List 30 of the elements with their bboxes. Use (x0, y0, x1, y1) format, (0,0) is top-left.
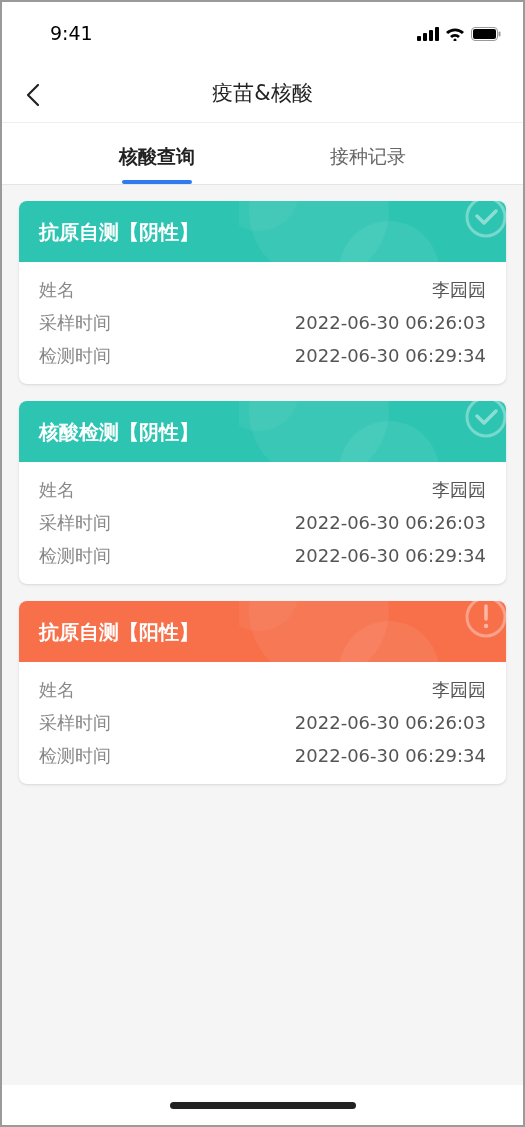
battery-icon (471, 26, 501, 41)
wifi-icon (445, 26, 465, 41)
field-label: 检测时间 (39, 343, 111, 368)
field-label: 采样时间 (39, 510, 111, 535)
field-value: 2022-06-30 06:29:34 (294, 543, 486, 568)
field-label: 采样时间 (39, 710, 111, 735)
field-label: 姓名 (39, 677, 75, 702)
field-label: 姓名 (39, 277, 75, 302)
card-title: 抗原自测【阳性】 (39, 618, 199, 646)
field-value: 2022-06-30 06:29:34 (294, 343, 486, 368)
tab[interactable]: 接种记录 (262, 123, 473, 184)
field-value: 李园园 (432, 677, 486, 702)
field-label: 检测时间 (39, 743, 111, 768)
page-title: 疫苗&核酸 (212, 79, 313, 107)
field-value: 李园园 (432, 277, 486, 302)
field-label: 采样时间 (39, 310, 111, 335)
signal-icon (417, 26, 439, 41)
field-value: 2022-06-30 06:29:34 (294, 743, 486, 768)
field-value: 2022-06-30 06:26:03 (294, 310, 486, 335)
field-value: 2022-06-30 06:26:03 (294, 710, 486, 735)
back-button[interactable] (24, 82, 42, 108)
tab[interactable]: 核酸查询 (52, 123, 263, 184)
status-time: 9:41 (50, 21, 93, 47)
field-value: 李园园 (432, 477, 486, 502)
card-title: 核酸检测【阴性】 (39, 418, 199, 446)
field-label: 检测时间 (39, 543, 111, 568)
field-label: 姓名 (39, 477, 75, 502)
back-chevron-icon (26, 83, 40, 107)
field-value: 2022-06-30 06:26:03 (294, 510, 486, 535)
card-title: 抗原自测【阴性】 (39, 218, 199, 246)
